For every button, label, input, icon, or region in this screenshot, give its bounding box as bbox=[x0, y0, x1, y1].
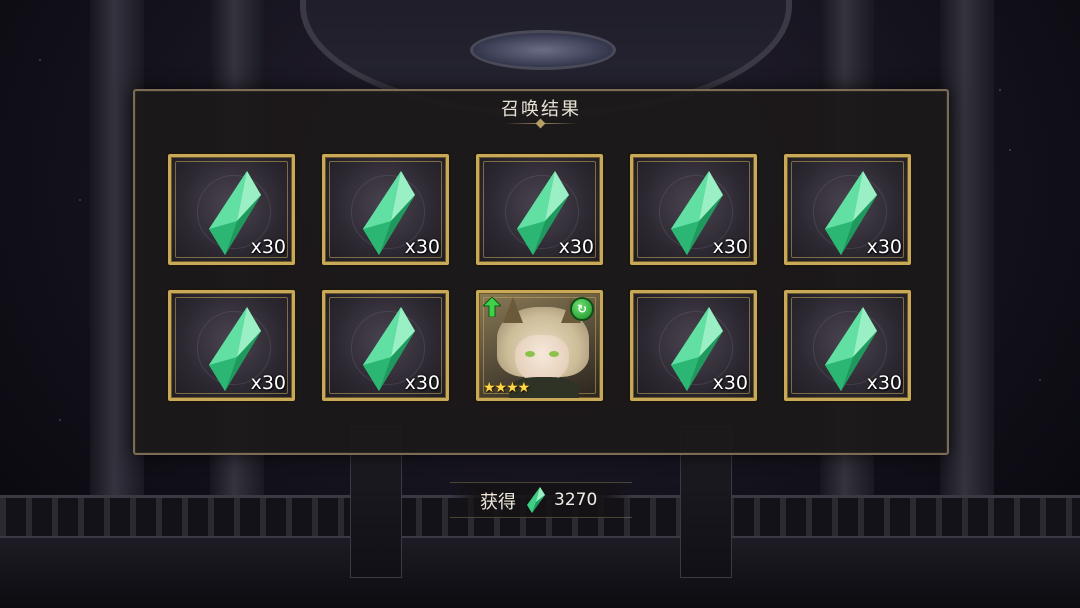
wind-element-icon: ↻ bbox=[570, 297, 594, 321]
ceiling-dome bbox=[470, 30, 616, 70]
result-card-crystal[interactable]: x30 bbox=[476, 154, 603, 265]
floor bbox=[0, 536, 1080, 608]
item-quantity: x30 bbox=[712, 372, 748, 394]
result-card-crystal[interactable]: x30 bbox=[168, 290, 295, 401]
summon-results-panel: 召唤结果 x30 x30 x30 x30 x30 x30 x30 ↻ ★★★★ … bbox=[133, 89, 949, 455]
item-quantity: x30 bbox=[250, 372, 286, 394]
result-card-crystal[interactable]: x30 bbox=[784, 290, 911, 401]
rarity-stars: ★★★★ bbox=[483, 380, 530, 396]
green-crystal-icon bbox=[527, 487, 545, 513]
title-ornament bbox=[505, 121, 577, 127]
result-card-crystal[interactable]: x30 bbox=[322, 154, 449, 265]
item-quantity: x30 bbox=[866, 236, 902, 258]
obtained-value: 3270 bbox=[554, 490, 598, 510]
result-card-crystal[interactable]: x30 bbox=[784, 154, 911, 265]
item-quantity: x30 bbox=[558, 236, 594, 258]
item-quantity: x30 bbox=[712, 236, 748, 258]
result-card-character[interactable]: ↻ ★★★★ bbox=[476, 290, 603, 401]
item-quantity: x30 bbox=[404, 236, 440, 258]
up-arrow-icon bbox=[483, 297, 501, 317]
item-quantity: x30 bbox=[250, 236, 286, 258]
item-quantity: x30 bbox=[404, 372, 440, 394]
item-quantity: x30 bbox=[866, 372, 902, 394]
result-card-crystal[interactable]: x30 bbox=[322, 290, 449, 401]
results-grid: x30 x30 x30 x30 x30 x30 x30 ↻ ★★★★ x30 x… bbox=[168, 154, 911, 401]
result-card-crystal[interactable]: x30 bbox=[168, 154, 295, 265]
result-card-crystal[interactable]: x30 bbox=[630, 290, 757, 401]
result-card-crystal[interactable]: x30 bbox=[630, 154, 757, 265]
panel-title: 召唤结果 bbox=[501, 99, 581, 120]
obtained-label: 获得 bbox=[480, 492, 516, 513]
obtained-bar: 获得 3270 bbox=[450, 482, 632, 518]
